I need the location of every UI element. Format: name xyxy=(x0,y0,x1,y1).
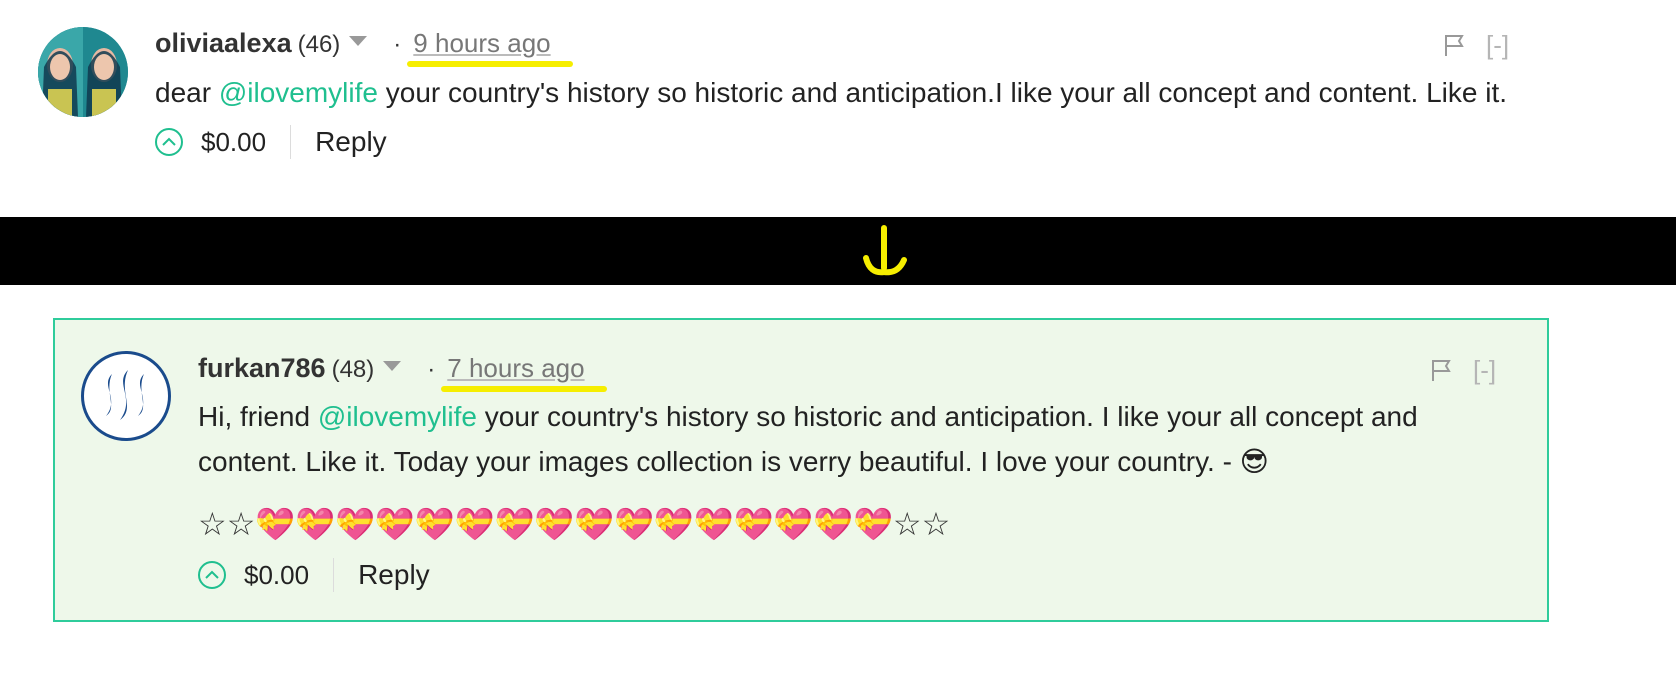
comment-body: dear @ilovemylife your country's history… xyxy=(155,70,1595,115)
author-name[interactable]: oliviaalexa xyxy=(155,28,292,59)
timestamp-text: 9 hours ago xyxy=(413,28,551,58)
collapse-button[interactable]: [-] xyxy=(1486,30,1509,61)
body-text-suffix: your country's history so historic and a… xyxy=(385,77,1508,108)
mention-link[interactable]: @ilovemylife xyxy=(219,77,378,108)
steem-logo-icon xyxy=(106,370,144,420)
flag-icon[interactable] xyxy=(1430,358,1452,387)
comment-actions: $0.00 Reply xyxy=(155,125,387,159)
reply-link[interactable]: Reply xyxy=(358,559,430,591)
upvote-icon[interactable] xyxy=(155,128,183,156)
author-name[interactable]: furkan786 xyxy=(198,353,326,384)
comment-meta: furkan786 (48) · 7 hours ago xyxy=(198,353,607,392)
timestamp-link[interactable]: 9 hours ago xyxy=(407,28,573,67)
avatar-oliviaalexa[interactable] xyxy=(38,27,128,117)
timestamp-text: 7 hours ago xyxy=(447,353,585,383)
timestamp-link[interactable]: 7 hours ago xyxy=(441,353,607,392)
flag-icon[interactable] xyxy=(1443,33,1465,62)
payout-value[interactable]: $0.00 xyxy=(201,125,292,159)
reputation-score: (48) xyxy=(331,356,375,383)
avatar-furkan786[interactable] xyxy=(81,351,171,441)
body-text-prefix: dear xyxy=(155,77,212,108)
comment-body: Hi, friend @ilovemylife your country's h… xyxy=(198,394,1468,484)
arrow-down-icon xyxy=(863,225,907,276)
separator-dot: · xyxy=(393,31,402,58)
yellow-underline-annotation xyxy=(407,61,573,67)
reply-link[interactable]: Reply xyxy=(315,126,387,158)
upvote-icon[interactable] xyxy=(198,561,226,589)
body-text-prefix: Hi, friend xyxy=(198,401,311,432)
chevron-down-icon[interactable] xyxy=(383,361,402,371)
comment-meta: oliviaalexa (46) · 9 hours ago xyxy=(155,28,573,67)
collapse-button[interactable]: [-] xyxy=(1473,355,1496,386)
comment-actions: $0.00 Reply xyxy=(198,558,430,592)
emoji-line: ☆☆💝💝💝💝💝💝💝💝💝💝💝💝💝💝💝💝☆☆ xyxy=(198,506,951,542)
mention-link[interactable]: @ilovemylife xyxy=(318,401,477,432)
divider-band xyxy=(0,217,1676,285)
reputation-score: (46) xyxy=(297,31,341,58)
yellow-underline-annotation xyxy=(441,386,607,392)
separator-dot: · xyxy=(427,356,436,383)
payout-value[interactable]: $0.00 xyxy=(244,558,335,592)
chevron-down-icon[interactable] xyxy=(349,36,368,46)
